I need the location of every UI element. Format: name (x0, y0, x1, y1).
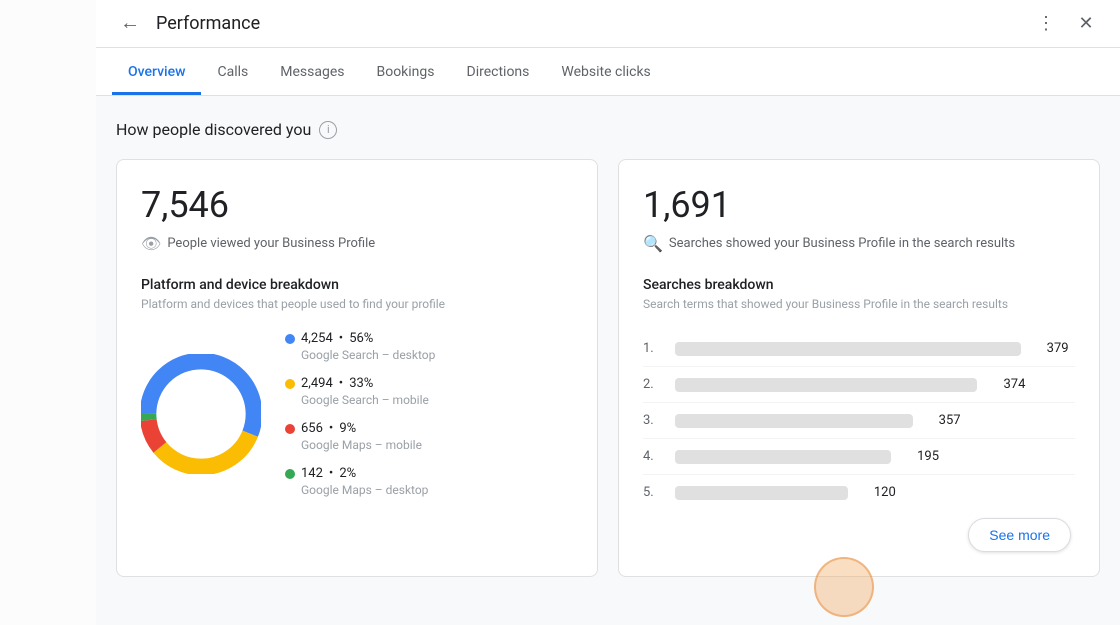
tabs-bar: Overview Calls Messages Bookings Directi… (96, 48, 1120, 96)
section-title: How people discovered you (116, 120, 311, 139)
search-bar-3 (675, 414, 913, 428)
searches-list: 1. 379 2. 374 3. 357 4. (643, 331, 1075, 510)
search-count-4: 195 (903, 449, 939, 464)
page-title: Performance (156, 13, 1028, 34)
header-icons: ⋮ ✕ (1028, 6, 1104, 42)
search-bar-5 (675, 486, 848, 500)
content-area: How people discovered you i 7,546 👁 Peop… (96, 96, 1120, 625)
search-count-3: 357 (925, 413, 961, 428)
see-more-area: See more (643, 518, 1075, 552)
legend-dot-green (285, 469, 295, 479)
searches-desc-text: Searches showed your Business Profile in… (669, 236, 1015, 251)
tab-website-clicks[interactable]: Website clicks (545, 64, 666, 95)
views-number: 7,546 (141, 184, 573, 226)
more-options-button[interactable]: ⋮ (1028, 6, 1064, 42)
tab-messages[interactable]: Messages (264, 64, 360, 95)
search-item-2: 2. 374 (643, 367, 1075, 403)
tab-calls[interactable]: Calls (201, 64, 264, 95)
legend-pct-search-desktop: 56% (349, 331, 373, 346)
info-icon[interactable]: i (319, 121, 337, 139)
searches-card: 1,691 🔍 Searches showed your Business Pr… (618, 159, 1100, 577)
legend-label-search-desktop: Google Search – desktop (301, 348, 435, 362)
search-rank-1: 1. (643, 341, 663, 356)
search-item-5: 5. 120 (643, 475, 1075, 510)
chart-legend: 4,254 • 56% Google Search – desktop 2,49… (285, 331, 435, 497)
search-item-4: 4. 195 (643, 439, 1075, 475)
breakdown-subtitle: Platform and devices that people used to… (141, 297, 573, 311)
search-rank-4: 4. (643, 449, 663, 464)
search-count-1: 379 (1033, 341, 1069, 356)
search-rank-2: 2. (643, 377, 663, 392)
search-rank-3: 3. (643, 413, 663, 428)
search-item-1: 1. 379 (643, 331, 1075, 367)
tab-directions[interactable]: Directions (451, 64, 546, 95)
donut-chart (141, 354, 261, 474)
searches-breakdown-title: Searches breakdown (643, 277, 1075, 293)
searches-description: 🔍 Searches showed your Business Profile … (643, 234, 1075, 253)
legend-value-maps-mobile: 656 (301, 421, 323, 436)
tab-bookings[interactable]: Bookings (360, 64, 450, 95)
legend-dot-red (285, 424, 295, 434)
legend-pct-search-mobile: 33% (349, 376, 373, 391)
search-icon: 🔍 (643, 234, 663, 253)
legend-value-maps-desktop: 142 (301, 466, 323, 481)
legend-dot-yellow (285, 379, 295, 389)
searches-breakdown-subtitle: Search terms that showed your Business P… (643, 297, 1075, 311)
legend-pct-maps-mobile: 9% (339, 421, 356, 436)
tab-overview[interactable]: Overview (112, 64, 201, 95)
close-button[interactable]: ✕ (1068, 6, 1104, 42)
cards-row: 7,546 👁 People viewed your Business Prof… (116, 159, 1100, 577)
search-count-5: 120 (860, 485, 896, 500)
legend-pct-maps-desktop: 2% (339, 466, 356, 481)
section-header: How people discovered you i (116, 120, 1100, 139)
legend-label-search-mobile: Google Search – mobile (301, 393, 435, 407)
breakdown-title: Platform and device breakdown (141, 277, 573, 293)
legend-sep-maps-desktop: • (329, 466, 333, 481)
legend-sep-maps-mobile: • (329, 421, 333, 436)
sidebar-background (0, 0, 96, 625)
views-card: 7,546 👁 People viewed your Business Prof… (116, 159, 598, 577)
legend-percent-search-desktop: • (339, 331, 343, 346)
search-bar-2 (675, 378, 977, 392)
eye-icon: 👁 (141, 234, 161, 253)
views-description: 👁 People viewed your Business Profile (141, 234, 573, 253)
header: ← Performance ⋮ ✕ (96, 0, 1120, 48)
search-count-2: 374 (989, 377, 1025, 392)
search-bar-4 (675, 450, 891, 464)
legend-sep-search-mobile: • (339, 376, 343, 391)
chart-legend-row: 4,254 • 56% Google Search – desktop 2,49… (141, 331, 573, 497)
legend-item-maps-desktop: 142 • 2% Google Maps – desktop (285, 466, 435, 497)
search-rank-5: 5. (643, 485, 663, 500)
search-item-3: 3. 357 (643, 403, 1075, 439)
legend-item-maps-mobile: 656 • 9% Google Maps – mobile (285, 421, 435, 452)
back-button[interactable]: ← (112, 6, 148, 42)
legend-label-maps-mobile: Google Maps – mobile (301, 438, 435, 452)
searches-number: 1,691 (643, 184, 1075, 226)
legend-item-search-desktop: 4,254 • 56% Google Search – desktop (285, 331, 435, 362)
legend-label-maps-desktop: Google Maps – desktop (301, 483, 435, 497)
legend-value-search-desktop: 4,254 (301, 331, 333, 346)
legend-dot-blue (285, 334, 295, 344)
views-desc-text: People viewed your Business Profile (167, 236, 375, 251)
see-more-button[interactable]: See more (968, 518, 1071, 552)
search-bar-1 (675, 342, 1021, 356)
main-panel: ← Performance ⋮ ✕ Overview Calls Message… (96, 0, 1120, 625)
legend-item-search-mobile: 2,494 • 33% Google Search – mobile (285, 376, 435, 407)
legend-value-search-mobile: 2,494 (301, 376, 333, 391)
